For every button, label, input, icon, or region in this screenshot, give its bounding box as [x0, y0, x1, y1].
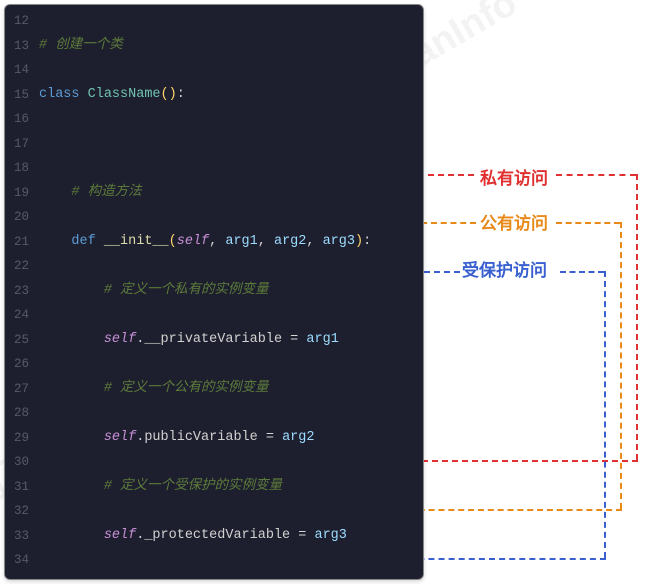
line-number: 32	[5, 499, 29, 524]
annotation-public: 公有访问	[480, 209, 548, 234]
line-number: 23	[5, 279, 29, 304]
line-number: 14	[5, 58, 29, 83]
line-number: 21	[5, 230, 29, 255]
line-number: 31	[5, 475, 29, 500]
line-number: 19	[5, 181, 29, 206]
line-number: 26	[5, 352, 29, 377]
line-number: 29	[5, 426, 29, 451]
line-number: 12	[5, 9, 29, 34]
line-number: 34	[5, 548, 29, 573]
line-number: 30	[5, 450, 29, 475]
line-number: 17	[5, 132, 29, 157]
line-number: 25	[5, 328, 29, 353]
line-number: 24	[5, 303, 29, 328]
annotation-private: 私有访问	[480, 164, 548, 189]
line-number: 16	[5, 107, 29, 132]
line-number: 20	[5, 205, 29, 230]
line-number: 13	[5, 34, 29, 59]
line-number: 22	[5, 254, 29, 279]
line-number: 33	[5, 524, 29, 549]
code-editor[interactable]: 1213141516171819202122232425262728293031…	[4, 4, 424, 580]
line-number: 27	[5, 377, 29, 402]
line-number: 18	[5, 156, 29, 181]
line-number: 28	[5, 401, 29, 426]
line-number-gutter: 1213141516171819202122232425262728293031…	[5, 5, 35, 579]
line-number: 15	[5, 83, 29, 108]
annotation-protected: 受保护访问	[462, 256, 547, 281]
code-content[interactable]: # 创建一个类 class ClassName(): # 构造方法 def __…	[35, 5, 423, 579]
